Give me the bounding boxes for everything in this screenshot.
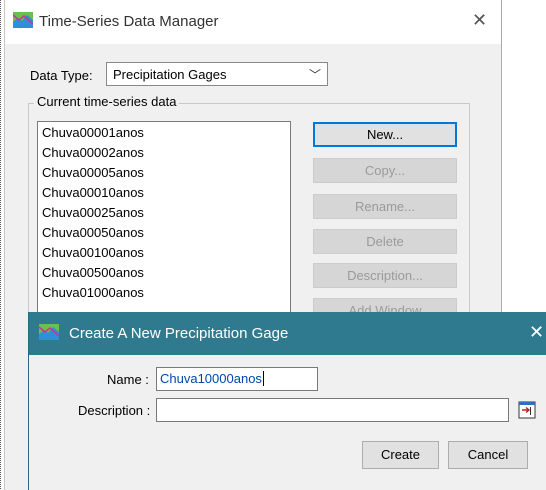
list-item[interactable]: Chuva00025anos [38,202,290,222]
window-title: Time-Series Data Manager [39,13,219,30]
cancel-button[interactable]: Cancel [448,441,528,469]
copy-button[interactable]: Copy... [313,158,457,183]
new-button[interactable]: New... [313,122,457,147]
list-item[interactable]: Chuva00010anos [38,182,290,202]
name-label: Name : [107,372,149,387]
description-field[interactable] [156,398,509,422]
create-button[interactable]: Create [362,441,439,469]
list-item[interactable]: Chuva00500anos [38,262,290,282]
description-button[interactable]: Description... [313,263,457,288]
list-item[interactable]: Chuva00001anos [38,122,290,142]
dialog-title-bar: Create A New Precipitation Gage ✕ [29,312,546,355]
name-value: Chuva10000anos [160,371,262,386]
group-label: Current time-series data [34,94,180,109]
text-caret [262,371,264,386]
data-type-select[interactable]: Precipitation Gages ﹀ [106,62,328,86]
title-bar: Time-Series Data Manager ✕ [5,0,501,44]
list-item[interactable]: Chuva01000anos [38,282,290,302]
close-icon[interactable]: ✕ [529,322,544,343]
list-item[interactable]: Chuva00005anos [38,162,290,182]
dialog-title: Create A New Precipitation Gage [69,325,289,342]
name-field[interactable]: Chuva10000anos [156,367,318,391]
list-item[interactable]: Chuva00050anos [38,222,290,242]
rename-button[interactable]: Rename... [313,194,457,219]
close-icon[interactable]: ✕ [472,10,487,31]
data-type-label: Data Type: [30,68,93,83]
edit-description-icon[interactable] [518,401,536,419]
app-icon [39,324,59,340]
time-series-list[interactable]: Chuva00001anos Chuva00002anos Chuva00005… [37,121,291,321]
delete-button[interactable]: Delete [313,229,457,254]
chevron-down-icon: ﹀ [308,68,321,82]
description-label: Description : [78,403,151,418]
list-item[interactable]: Chuva00100anos [38,242,290,262]
list-item[interactable]: Chuva00002anos [38,142,290,162]
app-icon [13,12,33,28]
create-gage-dialog: Create A New Precipitation Gage ✕ Name :… [28,312,546,490]
data-type-value: Precipitation Gages [113,67,227,82]
